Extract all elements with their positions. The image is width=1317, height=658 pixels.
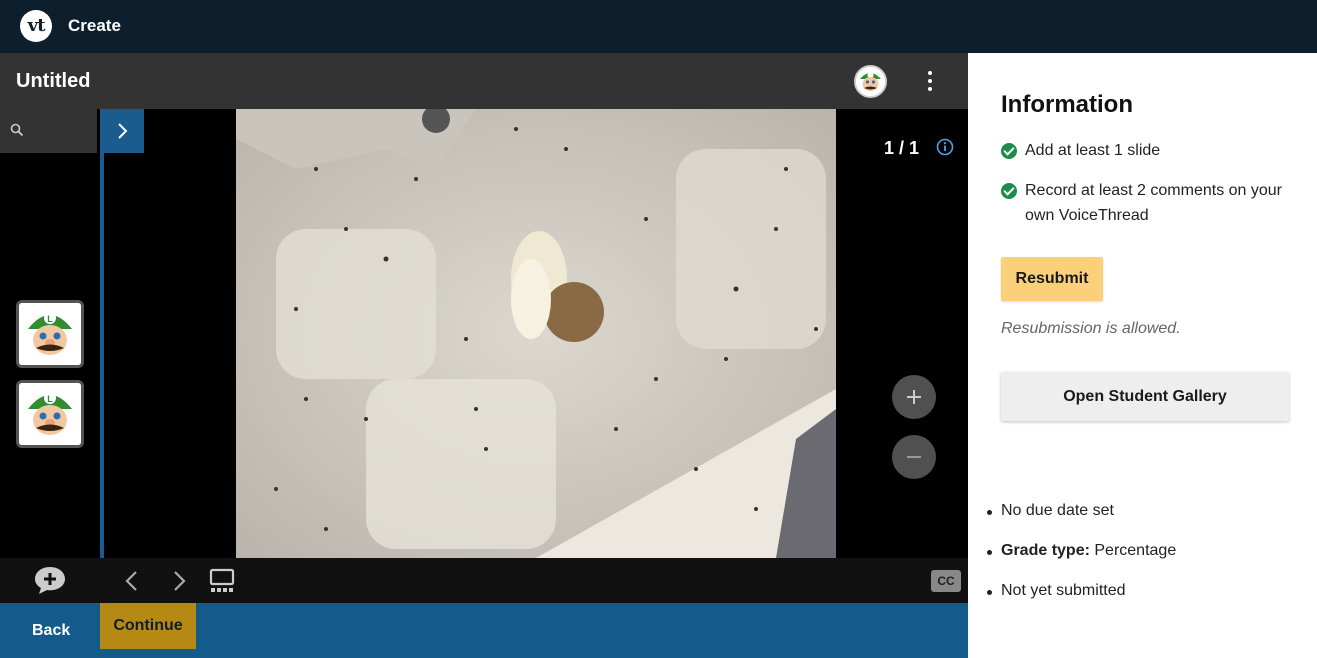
- bottom-bar: Back Continue: [0, 603, 968, 658]
- user-avatar[interactable]: [854, 65, 887, 98]
- back-button[interactable]: Back: [32, 622, 70, 640]
- requirement-item: Add at least 1 slide: [1001, 142, 1301, 163]
- plus-icon: [907, 390, 921, 404]
- slide-sorter-icon[interactable]: [208, 568, 236, 594]
- grade-type-value: Percentage: [1094, 542, 1177, 559]
- continue-button[interactable]: Continue: [100, 603, 196, 649]
- slide-image: [236, 109, 836, 558]
- minus-icon: [907, 456, 921, 458]
- check-circle-icon: [1001, 183, 1017, 199]
- app-title: Create: [68, 16, 121, 35]
- check-circle-icon: [1001, 143, 1017, 159]
- panel-divider[interactable]: [100, 109, 104, 603]
- grade-type-label: Grade type:: [1001, 542, 1090, 559]
- next-slide-icon[interactable]: [171, 570, 187, 592]
- svg-text:L: L: [47, 314, 53, 324]
- requirement-text: Record at least 2 comments on your own V…: [1025, 182, 1283, 224]
- thread-title[interactable]: Untitled: [16, 70, 90, 93]
- closed-captions-button[interactable]: CC: [931, 570, 961, 592]
- top-bar: vt Create: [0, 0, 1317, 53]
- open-student-gallery-button[interactable]: Open Student Gallery: [1001, 372, 1289, 421]
- info-icon[interactable]: [936, 138, 954, 156]
- editor-panel: Untitled L L 1 / 1 CC Back Continue: [0, 53, 968, 658]
- playback-controls: CC: [0, 558, 968, 603]
- title-bar: Untitled: [0, 53, 968, 109]
- information-panel: Information Add at least 1 slide Record …: [968, 53, 1317, 658]
- requirement-item: Record at least 2 comments on your own V…: [1001, 182, 1301, 228]
- slide-counter: 1 / 1: [884, 138, 920, 158]
- comment-panel: L L: [0, 109, 97, 558]
- voicethread-logo[interactable]: vt: [20, 10, 52, 42]
- zoom-in-button[interactable]: [892, 375, 936, 419]
- add-comment-icon[interactable]: [33, 564, 67, 596]
- due-date-status: No due date set: [987, 502, 1114, 519]
- grade-type: Grade type: Percentage: [986, 542, 1177, 560]
- resubmission-note: Resubmission is allowed.: [1001, 320, 1181, 337]
- zoom-out-button[interactable]: [892, 435, 936, 479]
- commenter-avatar[interactable]: L: [16, 300, 84, 368]
- chevron-right-icon: [118, 123, 128, 139]
- svg-text:L: L: [47, 394, 53, 404]
- submission-status: Not yet submitted: [987, 582, 1126, 599]
- requirement-text: Add at least 1 slide: [1025, 142, 1161, 159]
- information-heading: Information: [1001, 91, 1133, 118]
- resubmit-button[interactable]: Resubmit: [1001, 257, 1103, 301]
- search-box[interactable]: [0, 109, 97, 153]
- search-icon: [10, 123, 24, 137]
- previous-slide-icon[interactable]: [124, 570, 140, 592]
- expand-panel-button[interactable]: [100, 109, 144, 153]
- more-options-icon[interactable]: [918, 69, 942, 93]
- commenter-avatar[interactable]: L: [16, 380, 84, 448]
